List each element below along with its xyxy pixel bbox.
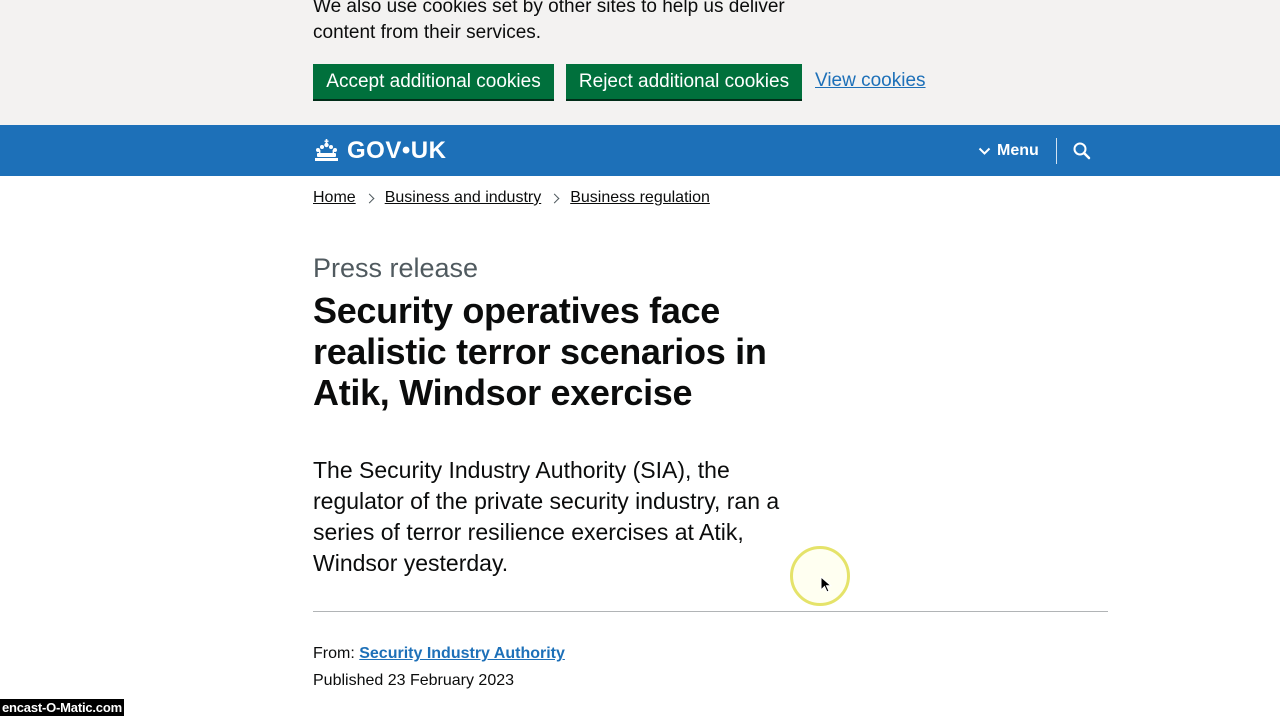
- search-icon: [1073, 142, 1091, 160]
- breadcrumb: Home Business and industry Business regu…: [313, 189, 710, 207]
- header-divider: [1056, 138, 1057, 164]
- chevron-right-icon: [364, 193, 375, 203]
- breadcrumb-home[interactable]: Home: [313, 189, 356, 207]
- cookie-banner: We also use cookies set by other sites t…: [0, 0, 1280, 125]
- cookie-banner-text: We also use cookies set by other sites t…: [313, 0, 785, 43]
- reject-cookies-button[interactable]: Reject additional cookies: [566, 64, 802, 99]
- page-caption: Press release: [313, 253, 479, 283]
- crown-icon: [315, 138, 338, 161]
- chevron-right-icon: [549, 193, 560, 203]
- view-cookies-link[interactable]: View cookies: [815, 70, 926, 92]
- section-divider: [313, 611, 1108, 612]
- chevron-down-icon: [978, 147, 991, 155]
- lead-paragraph: The Security Industry Authority (SIA), t…: [313, 457, 780, 576]
- search-button[interactable]: [1072, 141, 1092, 161]
- organisation-link[interactable]: Security Industry Authority: [359, 645, 565, 662]
- menu-button[interactable]: Menu: [978, 139, 1039, 163]
- mouse-pointer-icon: [820, 576, 832, 593]
- govuk-logo-text: GOV•UK: [347, 137, 447, 164]
- menu-button-label: Menu: [997, 142, 1039, 159]
- from-label: From:: [313, 645, 355, 662]
- page-title: Security operatives face realistic terro…: [313, 290, 767, 413]
- screencast-watermark: encast-O-Matic.com: [0, 699, 124, 716]
- published-date: Published 23 February 2023: [313, 672, 515, 689]
- breadcrumb-business-and-industry[interactable]: Business and industry: [385, 189, 542, 207]
- from-line: From: Security Industry Authority: [313, 645, 565, 663]
- accept-cookies-button[interactable]: Accept additional cookies: [313, 64, 554, 99]
- breadcrumb-business-regulation[interactable]: Business regulation: [570, 189, 710, 207]
- govuk-logo-link[interactable]: GOV•UK: [313, 136, 446, 166]
